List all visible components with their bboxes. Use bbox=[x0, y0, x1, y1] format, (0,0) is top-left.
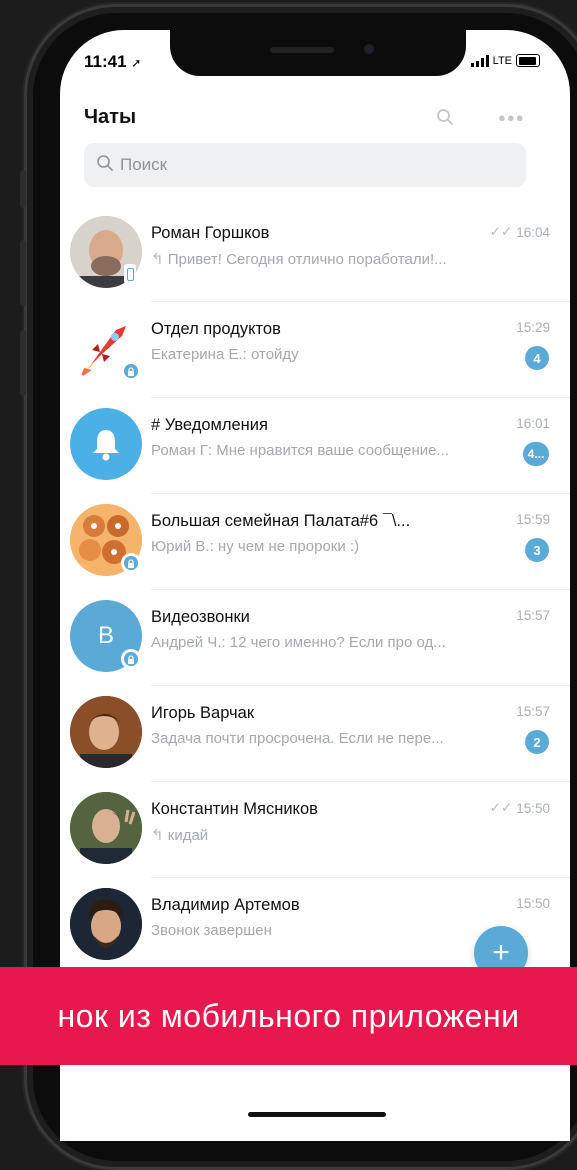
chat-row-konstantin-myasnikov[interactable]: Константин Мясников ✓✓ 15:50 ↰ кидай bbox=[60, 782, 570, 878]
more-options-icon[interactable]: ●●● bbox=[498, 110, 525, 125]
chat-time-text: 15:57 bbox=[516, 608, 550, 623]
lock-icon bbox=[121, 361, 141, 381]
caption-text: нок из мобильного приложени bbox=[57, 997, 520, 1034]
chat-preview: Андрей Ч.: 12 чего именно? Если про од..… bbox=[151, 634, 446, 651]
speaker bbox=[270, 47, 334, 53]
chat-time: 16:01 bbox=[516, 416, 550, 431]
chat-name: Роман Горшков bbox=[151, 224, 270, 242]
phone-side-button bbox=[20, 170, 26, 208]
chat-row-uvedomleniya[interactable]: # Уведомления 16:01 Роман Г: Мне нравитс… bbox=[60, 398, 570, 494]
chat-name: # Уведомления bbox=[151, 416, 268, 434]
chat-row-roman-gorshkov[interactable]: Роман Горшков ✓✓ 16:04 ↰ Привет! Сегодня … bbox=[60, 206, 570, 302]
chat-preview: Звонок завершен bbox=[151, 922, 272, 939]
chat-name: Видеозвонки bbox=[151, 608, 250, 626]
device-icon bbox=[124, 264, 136, 284]
chat-time: 15:29 bbox=[516, 320, 550, 335]
chat-row-otdel-produktov[interactable]: Отдел продуктов 15:29 Екатерина Е.: отой… bbox=[60, 302, 570, 398]
network-type: LTE bbox=[492, 54, 512, 67]
chat-preview: Задача почти просрочена. Если не пере... bbox=[151, 730, 444, 747]
avatar-letter: В bbox=[97, 622, 114, 649]
chat-name: Игорь Варчак bbox=[151, 704, 255, 722]
avatar bbox=[70, 888, 142, 960]
search-icon bbox=[96, 154, 114, 177]
camera bbox=[364, 44, 374, 54]
chat-time-text: 16:04 bbox=[516, 224, 550, 240]
chat-preview: Юрий В.: ну чем не пророки :) bbox=[151, 538, 360, 555]
status-time: 11:41 ➚ bbox=[84, 52, 141, 72]
chat-time-text: 15:57 bbox=[516, 704, 550, 719]
chat-time: 15:59 bbox=[516, 512, 550, 527]
chat-time: 15:57 bbox=[516, 608, 550, 623]
chat-row-videozvonki[interactable]: В Видеозвонки 15:57 Андрей Ч.: 12 чего и… bbox=[60, 590, 570, 686]
unread-badge: 3 bbox=[525, 538, 549, 562]
reply-icon: ↰ bbox=[151, 251, 168, 268]
chat-time-text: 15:50 bbox=[516, 800, 550, 816]
bell-avatar-icon bbox=[70, 408, 142, 480]
chat-time-text: 15:50 bbox=[516, 896, 550, 911]
location-icon: ➚ bbox=[131, 56, 142, 70]
lock-icon bbox=[121, 649, 141, 669]
status-indicators: LTE bbox=[470, 54, 540, 67]
signal-icon bbox=[470, 54, 489, 67]
battery-icon bbox=[516, 54, 540, 67]
page-title: Чаты bbox=[84, 106, 137, 128]
chat-name: Отдел продуктов bbox=[151, 320, 281, 338]
search-placeholder: Поиск bbox=[120, 155, 168, 174]
chat-preview-text: кидай bbox=[167, 827, 209, 844]
chat-time: ✓✓ 15:50 bbox=[490, 800, 550, 816]
caption-banner: нок из мобильного приложени bbox=[0, 967, 577, 1065]
avatar bbox=[70, 696, 142, 768]
read-check-icon: ✓✓ bbox=[489, 224, 513, 239]
chat-time-text: 15:29 bbox=[516, 320, 550, 335]
chat-preview: Екатерина Е.: отойду bbox=[151, 346, 299, 363]
chat-name: Константин Мясников bbox=[151, 800, 318, 818]
reply-icon: ↰ bbox=[151, 827, 168, 844]
notch bbox=[170, 30, 466, 76]
status-time-text: 11:41 bbox=[84, 52, 127, 71]
chat-list: Роман Горшков ✓✓ 16:04 ↰ Привет! Сегодня … bbox=[60, 206, 570, 974]
chat-preview: Роман Г: Мне нравится ваше сообщение... bbox=[151, 442, 450, 459]
chat-time-text: 16:01 bbox=[516, 416, 550, 431]
header-search-icon[interactable] bbox=[436, 108, 454, 131]
chat-preview: ↰ Привет! Сегодня отлично поработали!... bbox=[151, 250, 513, 268]
unread-badge: 4... bbox=[523, 442, 549, 466]
chat-row-igor-varchak[interactable]: Игорь Варчак 15:57 Задача почти просроче… bbox=[60, 686, 570, 782]
unread-badge: 4 bbox=[525, 346, 549, 370]
lock-icon bbox=[121, 553, 141, 573]
chat-name: Большая семейная Палата#6 ¯\... bbox=[151, 512, 411, 530]
chat-name: Владимир Артемов bbox=[151, 896, 300, 914]
chat-time: 15:57 bbox=[516, 704, 550, 719]
chat-time: 15:50 bbox=[516, 896, 550, 911]
chat-time-text: 15:59 bbox=[516, 512, 550, 527]
chat-preview-text: Привет! Сегодня отлично поработали!... bbox=[167, 251, 447, 268]
unread-badge: 2 bbox=[525, 730, 549, 754]
search-field[interactable]: Поиск bbox=[84, 143, 526, 187]
chat-preview: ↰ кидай bbox=[151, 826, 513, 844]
avatar bbox=[70, 792, 142, 864]
chat-row-bolshaya-semeynaya[interactable]: Большая семейная Палата#6 ¯\... 15:59 Юр… bbox=[60, 494, 570, 590]
phone-volume-down bbox=[20, 330, 26, 396]
chat-time: ✓✓ 16:04 bbox=[490, 224, 550, 240]
home-indicator[interactable] bbox=[248, 1112, 386, 1117]
read-check-icon: ✓✓ bbox=[489, 800, 513, 815]
phone-volume-up bbox=[20, 240, 26, 306]
